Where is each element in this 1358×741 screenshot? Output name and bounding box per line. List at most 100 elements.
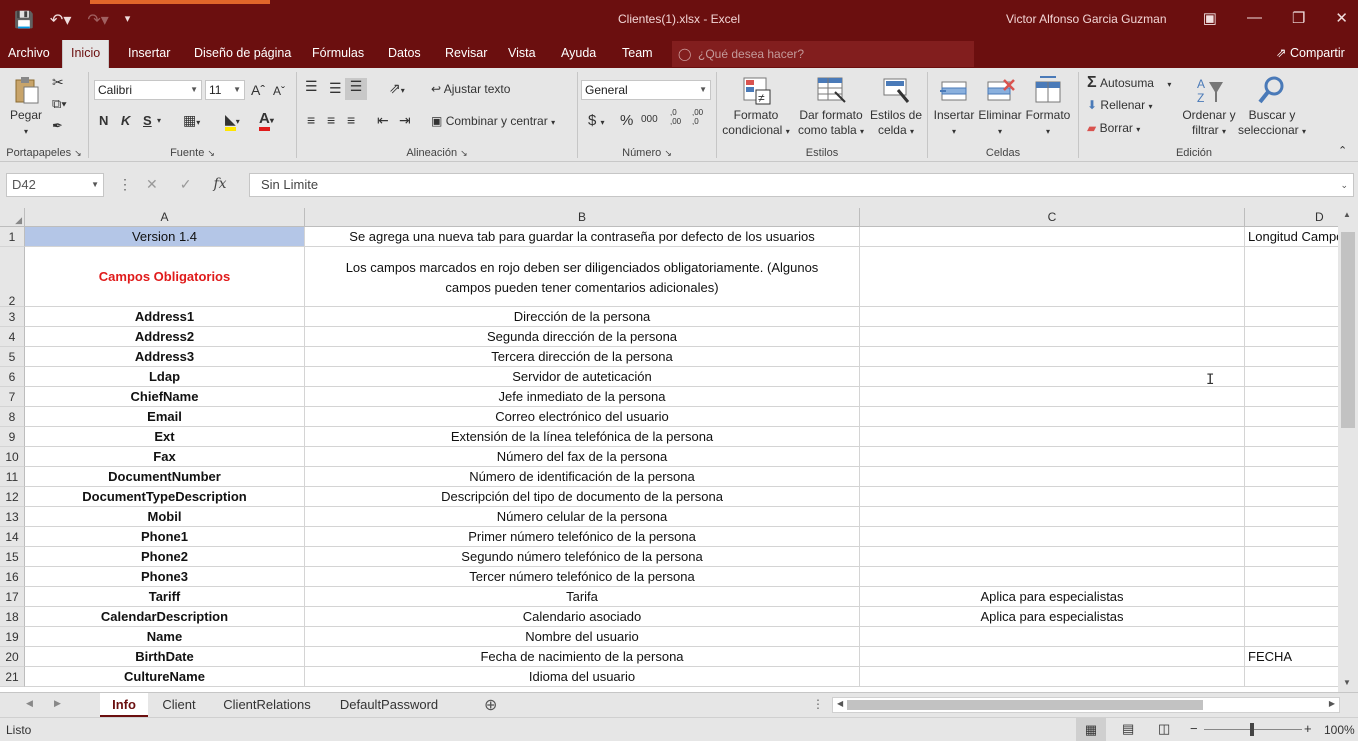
align-middle-icon[interactable]: ☰ <box>329 80 342 97</box>
bold-button[interactable]: N <box>99 113 108 128</box>
row-header[interactable]: 14 <box>0 527 25 547</box>
scroll-right-icon[interactable]: ▶ <box>1329 699 1335 708</box>
insert-cells-button[interactable]: Insertar ▾ <box>930 74 978 139</box>
row-header[interactable]: 16 <box>0 567 25 587</box>
cell-b14[interactable]: Primer número telefónico de la persona <box>305 527 860 547</box>
currency-button[interactable]: $ ▾ <box>588 112 605 129</box>
cell-c2[interactable] <box>860 247 1245 307</box>
row-header[interactable]: 17 <box>0 587 25 607</box>
percent-button[interactable]: % <box>620 112 633 129</box>
cell-b2[interactable]: Los campos marcados en rojo deben ser di… <box>305 247 860 307</box>
cell-b7[interactable]: Jefe inmediato de la persona <box>305 387 860 407</box>
minimize-icon[interactable]: — <box>1247 9 1262 27</box>
cell-c13[interactable] <box>860 507 1245 527</box>
cell-a17[interactable]: Tariff <box>25 587 305 607</box>
scroll-left-icon[interactable]: ◀ <box>837 699 843 708</box>
cell-b18[interactable]: Calendario asociado <box>305 607 860 627</box>
column-header-a[interactable]: A <box>25 208 305 227</box>
cell-c11[interactable] <box>860 467 1245 487</box>
cut-icon[interactable]: ✂ <box>52 74 64 91</box>
cell-c14[interactable] <box>860 527 1245 547</box>
decrease-indent-icon[interactable]: ⇤ <box>377 112 389 129</box>
autosum-button[interactable]: Σ Autosuma ▾ <box>1087 74 1171 92</box>
align-left-icon[interactable]: ≡ <box>307 112 315 128</box>
normal-view-icon[interactable]: ▦ <box>1076 718 1106 741</box>
insert-function-icon[interactable]: fx <box>213 176 226 193</box>
cell-d7[interactable] <box>1245 387 1338 407</box>
tab-revisar[interactable]: Revisar <box>445 40 487 68</box>
cell-c16[interactable] <box>860 567 1245 587</box>
align-center-icon[interactable]: ≡ <box>327 112 335 128</box>
cell-c18[interactable]: Aplica para especialistas <box>860 607 1245 627</box>
cell-b19[interactable]: Nombre del usuario <box>305 627 860 647</box>
row-header[interactable]: 11 <box>0 467 25 487</box>
tab-team[interactable]: Team <box>622 40 653 68</box>
horizontal-scroll-thumb[interactable] <box>847 700 1203 710</box>
more-options-icon[interactable]: ⋮ <box>118 176 132 193</box>
cell-a5[interactable]: Address3 <box>25 347 305 367</box>
cell-d4[interactable] <box>1245 327 1338 347</box>
delete-cells-button[interactable]: Eliminar ▾ <box>976 74 1024 139</box>
tab-datos[interactable]: Datos <box>388 40 421 68</box>
cell-c7[interactable] <box>860 387 1245 407</box>
cell-d20[interactable]: FECHA <box>1245 647 1338 667</box>
cancel-icon[interactable]: ✕ <box>146 176 158 193</box>
cell-b9[interactable]: Extensión de la línea telefónica de la p… <box>305 427 860 447</box>
tab-archivo[interactable]: Archivo <box>8 40 50 68</box>
underline-dropdown-icon[interactable]: ▾ <box>157 116 161 125</box>
formula-input[interactable]: Sin Limite ⌄ <box>249 173 1354 197</box>
column-header-c[interactable]: C <box>860 208 1245 227</box>
cell-a11[interactable]: DocumentNumber <box>25 467 305 487</box>
cell-d16[interactable] <box>1245 567 1338 587</box>
find-select-button[interactable]: Buscar y seleccionar ▾ <box>1237 74 1307 139</box>
row-header[interactable]: 20 <box>0 647 25 667</box>
font-color-icon[interactable]: A▾ <box>259 110 274 131</box>
cell-d6[interactable] <box>1245 367 1338 387</box>
cell-a3[interactable]: Address1 <box>25 307 305 327</box>
decrease-decimal-button[interactable]: ,00 ,0 <box>692 108 710 126</box>
scroll-down-icon[interactable]: ▼ <box>1343 678 1351 687</box>
cell-d5[interactable] <box>1245 347 1338 367</box>
sheet-tab-defaultpassword[interactable]: DefaultPassword <box>326 693 452 717</box>
name-box[interactable]: D42 ▼ <box>6 173 104 197</box>
tab-vista[interactable]: Vista <box>508 40 536 68</box>
user-name[interactable]: Victor Alfonso Garcia Guzman <box>1006 12 1167 26</box>
cell-d15[interactable] <box>1245 547 1338 567</box>
cell-c15[interactable] <box>860 547 1245 567</box>
cell-d3[interactable] <box>1245 307 1338 327</box>
cell-b16[interactable]: Tercer número telefónico de la persona <box>305 567 860 587</box>
cell-d13[interactable] <box>1245 507 1338 527</box>
cell-a14[interactable]: Phone1 <box>25 527 305 547</box>
thousands-button[interactable]: 000 <box>641 114 658 125</box>
cell-a12[interactable]: DocumentTypeDescription <box>25 487 305 507</box>
cell-d19[interactable] <box>1245 627 1338 647</box>
zoom-out-icon[interactable]: − <box>1190 721 1198 736</box>
grow-font-icon[interactable]: Aˆ <box>251 82 265 98</box>
cell-b11[interactable]: Número de identificación de la persona <box>305 467 860 487</box>
tab-split-handle-icon[interactable]: ⋮ <box>812 697 824 711</box>
cell-a1[interactable]: Version 1.4 <box>25 227 305 247</box>
row-header[interactable]: 4 <box>0 327 25 347</box>
row-header[interactable]: 10 <box>0 447 25 467</box>
cell-a19[interactable]: Name <box>25 627 305 647</box>
cell-d12[interactable] <box>1245 487 1338 507</box>
cell-b12[interactable]: Descripción del tipo de documento de la … <box>305 487 860 507</box>
row-header[interactable]: 12 <box>0 487 25 507</box>
cell-a10[interactable]: Fax <box>25 447 305 467</box>
cell-c4[interactable] <box>860 327 1245 347</box>
row-header[interactable]: 2 <box>0 247 25 308</box>
ribbon-display-icon[interactable]: ▣ <box>1203 9 1217 27</box>
page-break-view-icon[interactable]: ◫ <box>1158 721 1170 737</box>
paste-button[interactable]: Pegar ▾ <box>6 74 46 139</box>
cell-a16[interactable]: Phone3 <box>25 567 305 587</box>
zoom-in-icon[interactable]: + <box>1304 721 1312 736</box>
clear-button[interactable]: ▰ Borrar ▾ <box>1087 121 1140 135</box>
cell-b1[interactable]: Se agrega una nueva tab para guardar la … <box>305 227 860 247</box>
number-format-dropdown[interactable]: General ▼ <box>581 80 711 100</box>
cell-d8[interactable] <box>1245 407 1338 427</box>
row-header[interactable]: 13 <box>0 507 25 527</box>
tab-ayuda[interactable]: Ayuda <box>561 40 596 68</box>
cell-a6[interactable]: Ldap <box>25 367 305 387</box>
zoom-slider-thumb[interactable] <box>1250 723 1254 736</box>
next-sheet-icon[interactable]: ▶ <box>54 698 61 709</box>
